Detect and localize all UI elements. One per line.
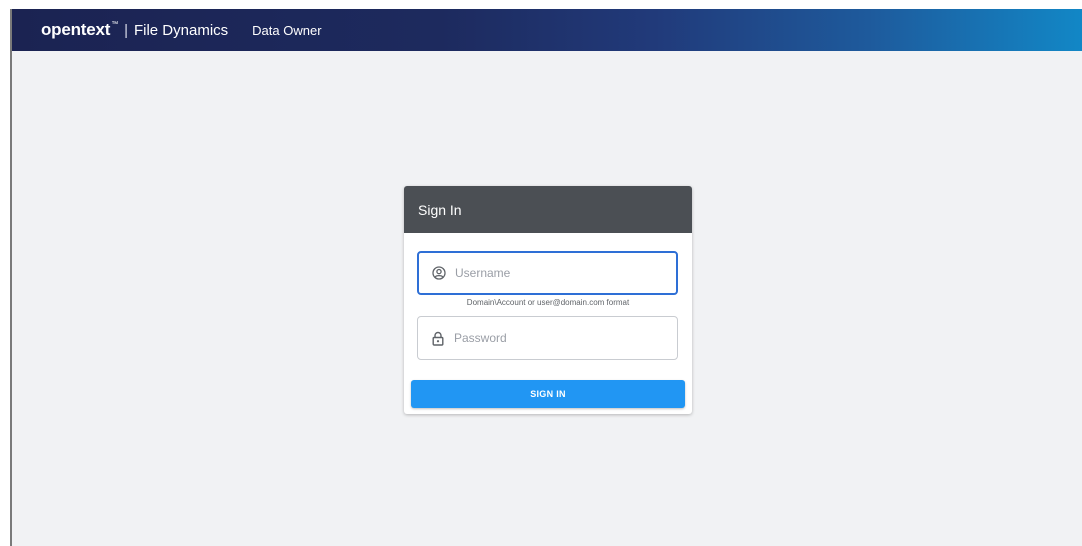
sign-in-button[interactable]: SIGN IN xyxy=(411,380,685,408)
trademark: ™ xyxy=(111,21,119,28)
username-hint: Domain\Account or user@domain.com format xyxy=(466,298,630,307)
screen: opentext™ | File Dynamics Data Owner Sig… xyxy=(0,0,1082,546)
role-label: Data Owner xyxy=(252,22,322,38)
product-name: File Dynamics xyxy=(133,21,229,39)
password-field[interactable] xyxy=(417,316,678,360)
user-circle-icon xyxy=(431,265,447,281)
top-bar: opentext™ | File Dynamics Data Owner xyxy=(12,9,1082,51)
password-input[interactable] xyxy=(454,331,664,345)
brand: opentext™ | File Dynamics xyxy=(41,20,228,40)
sign-in-card: Sign In Domain\Account or user@domain.co… xyxy=(404,186,692,414)
logo-text: opentext xyxy=(41,20,111,39)
username-field[interactable] xyxy=(417,251,678,295)
lock-icon xyxy=(430,330,446,346)
app-window: opentext™ | File Dynamics Data Owner Sig… xyxy=(10,9,1082,546)
opentext-logo: opentext™ xyxy=(41,20,118,40)
sign-in-title: Sign In xyxy=(404,186,692,233)
username-input[interactable] xyxy=(455,266,665,280)
brand-separator: | xyxy=(124,21,128,39)
